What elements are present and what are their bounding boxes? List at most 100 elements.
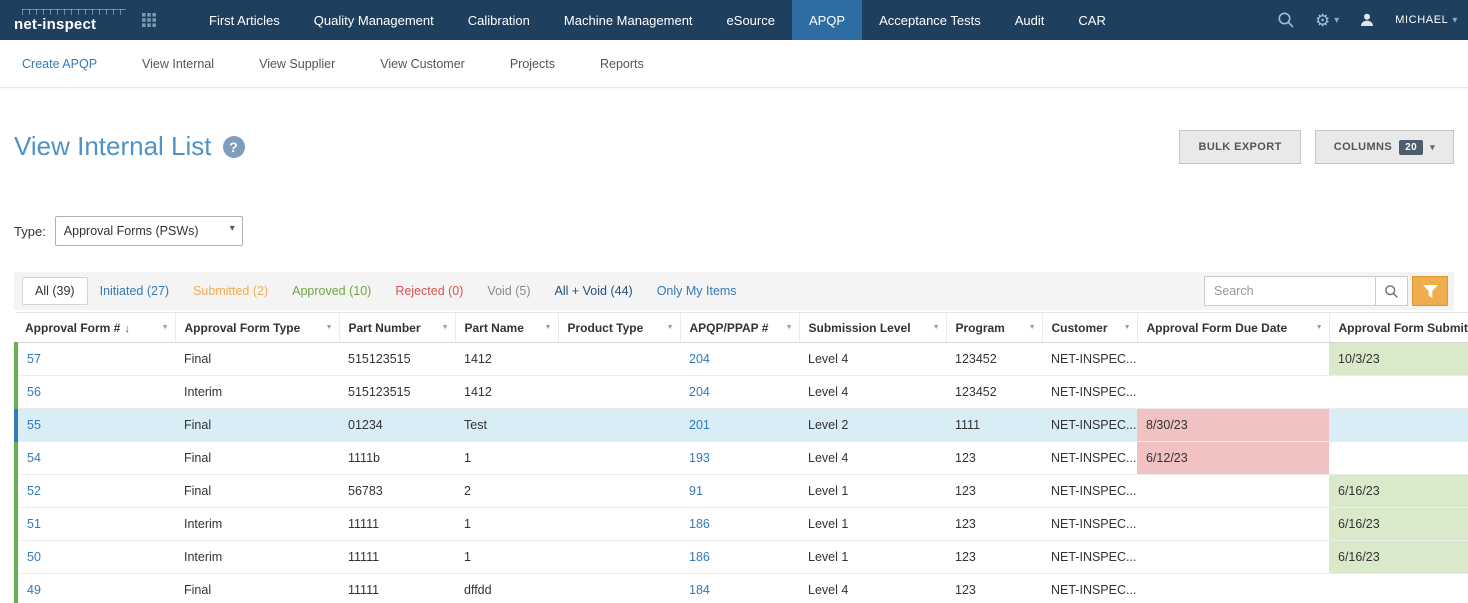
column-header[interactable]: Customer↓ ▼: [1042, 313, 1137, 343]
table-row[interactable]: 56 Interim 515123515 1412 204 Level 4 12…: [16, 376, 1468, 409]
cell-apqp-ppap-number: 186: [680, 541, 799, 574]
approval-form-link[interactable]: 56: [27, 385, 41, 399]
status-filter-tab[interactable]: Only My Items: [645, 278, 749, 304]
search-icon[interactable]: [1277, 11, 1295, 29]
status-filter-tab[interactable]: All + Void (44): [543, 278, 645, 304]
apqp-ppap-link[interactable]: 186: [689, 550, 710, 564]
nav-item[interactable]: eSource: [710, 0, 792, 40]
column-filter-icon[interactable]: ▼: [162, 324, 169, 331]
approval-form-link[interactable]: 52: [27, 484, 41, 498]
table-row[interactable]: 52 Final 56783 2 91 Level 1 123 NET-INSP…: [16, 475, 1468, 508]
cell-apqp-ppap-number: 204: [680, 343, 799, 376]
cell-approval-form-type: Interim: [175, 508, 339, 541]
table-row[interactable]: 51 Interim 11111 1 186 Level 1 123 NET-I…: [16, 508, 1468, 541]
table-row[interactable]: 49 Final 11111 dffdd 184 Level 4 123 NET…: [16, 574, 1468, 603]
type-select[interactable]: Approval Forms (PSWs): [55, 216, 243, 246]
apqp-ppap-link[interactable]: 193: [689, 451, 710, 465]
column-header-label: Part Number: [349, 321, 421, 335]
table-row[interactable]: 54 Final 1111b 1 193 Level 4 123 NET-INS…: [16, 442, 1468, 475]
column-header[interactable]: Approval Form Due Date↓ ▼: [1137, 313, 1329, 343]
approval-form-link[interactable]: 49: [27, 583, 41, 597]
cell-part-number: 56783: [339, 475, 455, 508]
table-header-row: Approval Form #↓ ▼ Approval Form Type↓ ▼…: [16, 313, 1468, 343]
status-filter-tab[interactable]: All (39): [22, 277, 88, 305]
columns-button[interactable]: COLUMNS 20 ▾: [1315, 130, 1454, 164]
nav-item[interactable]: Quality Management: [297, 0, 451, 40]
nav-item[interactable]: CAR: [1061, 0, 1122, 40]
column-header[interactable]: Submission Level↓ ▼: [799, 313, 946, 343]
apqp-ppap-link[interactable]: 184: [689, 583, 710, 597]
column-header[interactable]: APQP/PPAP #↓ ▼: [680, 313, 799, 343]
nav-item[interactable]: Acceptance Tests: [862, 0, 998, 40]
status-filter-tab[interactable]: Initiated (27): [88, 278, 181, 304]
search-input[interactable]: [1204, 276, 1376, 306]
apqp-ppap-link[interactable]: 204: [689, 385, 710, 399]
column-header[interactable]: Approval Form #↓ ▼: [16, 313, 175, 343]
nav-item[interactable]: APQP: [792, 0, 862, 40]
column-filter-icon[interactable]: ▼: [326, 324, 333, 331]
approval-form-link[interactable]: 51: [27, 517, 41, 531]
user-menu[interactable]: MICHAEL ▾: [1395, 14, 1458, 26]
main-nav: First Articles Quality Management Calibr…: [192, 0, 1123, 40]
subnav-item[interactable]: Projects: [510, 57, 555, 71]
chevron-down-icon: ▾: [1430, 142, 1435, 153]
bulk-export-button[interactable]: BULK EXPORT: [1179, 130, 1300, 164]
column-filter-icon[interactable]: ▼: [933, 324, 940, 331]
approval-form-link[interactable]: 55: [27, 418, 41, 432]
settings-menu[interactable]: ⚙ ▾: [1315, 12, 1339, 29]
subnav-item[interactable]: Reports: [600, 57, 644, 71]
column-header[interactable]: Approval Form Submitted↓ ▼: [1329, 313, 1468, 343]
apqp-ppap-link[interactable]: 91: [689, 484, 703, 498]
bulk-export-label: BULK EXPORT: [1198, 141, 1281, 153]
approval-form-link[interactable]: 57: [27, 352, 41, 366]
cell-program: 123: [946, 442, 1042, 475]
column-header[interactable]: Part Number↓ ▼: [339, 313, 455, 343]
status-filter-tab[interactable]: Rejected (0): [383, 278, 475, 304]
table-row[interactable]: 55 Final 01234 Test 201 Level 2 1111 NET…: [16, 409, 1468, 442]
cell-program: 1111: [946, 409, 1042, 442]
status-filter-tab[interactable]: Submitted (2): [181, 278, 280, 304]
apqp-ppap-link[interactable]: 201: [689, 418, 710, 432]
status-filter-tab[interactable]: Void (5): [475, 278, 542, 304]
approval-form-link[interactable]: 50: [27, 550, 41, 564]
table-row[interactable]: 50 Interim 11111 1 186 Level 1 123 NET-I…: [16, 541, 1468, 574]
gear-icon: ⚙: [1315, 12, 1330, 29]
subnav-item[interactable]: View Internal: [142, 57, 214, 71]
nav-item[interactable]: First Articles: [192, 0, 297, 40]
nav-item[interactable]: Machine Management: [547, 0, 710, 40]
column-header[interactable]: Product Type↓ ▼: [558, 313, 680, 343]
subnav-item[interactable]: Create APQP: [22, 57, 97, 71]
column-filter-icon[interactable]: ▼: [786, 324, 793, 331]
cell-customer: NET-INSPEC...: [1042, 442, 1137, 475]
help-icon[interactable]: ?: [223, 136, 245, 158]
user-icon[interactable]: [1359, 12, 1375, 28]
subnav-item[interactable]: View Customer: [380, 57, 465, 71]
column-filter-icon[interactable]: ▼: [545, 324, 552, 331]
approval-form-link[interactable]: 54: [27, 451, 41, 465]
apqp-ppap-link[interactable]: 186: [689, 517, 710, 531]
column-header[interactable]: Program↓ ▼: [946, 313, 1042, 343]
filter-funnel-button[interactable]: [1412, 276, 1448, 306]
subnav-item[interactable]: View Supplier: [259, 57, 335, 71]
cell-program: 123452: [946, 376, 1042, 409]
apqp-ppap-link[interactable]: 204: [689, 352, 710, 366]
column-filter-icon[interactable]: ▼: [667, 324, 674, 331]
column-header[interactable]: Approval Form Type↓ ▼: [175, 313, 339, 343]
column-filter-icon[interactable]: ▼: [1124, 324, 1131, 331]
page-title: View Internal List: [14, 131, 212, 162]
nav-item[interactable]: Calibration: [451, 0, 547, 40]
search-button[interactable]: [1376, 276, 1408, 306]
cell-approval-form-number: 56: [16, 376, 175, 409]
table-row[interactable]: 57 Final 515123515 1412 204 Level 4 1234…: [16, 343, 1468, 376]
column-filter-icon[interactable]: ▼: [1316, 324, 1323, 331]
status-filter-tab[interactable]: Approved (10): [280, 278, 383, 304]
logo[interactable]: net-inspect: [0, 0, 132, 40]
column-filter-icon[interactable]: ▼: [1029, 324, 1036, 331]
page-content: View Internal List ? BULK EXPORT COLUMNS…: [0, 130, 1468, 603]
cell-program: 123: [946, 508, 1042, 541]
column-filter-icon[interactable]: ▼: [442, 324, 449, 331]
cell-program: 123: [946, 541, 1042, 574]
apps-grid-icon[interactable]: [142, 0, 156, 40]
nav-item[interactable]: Audit: [998, 0, 1062, 40]
column-header[interactable]: Part Name↓ ▼: [455, 313, 558, 343]
